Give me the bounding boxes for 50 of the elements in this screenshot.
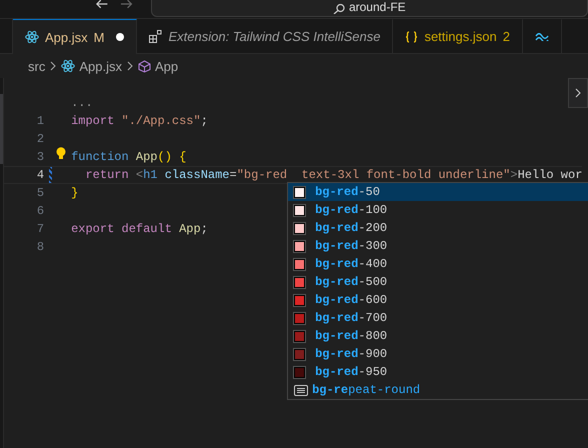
suggestion-item[interactable]: bg-red-200 (288, 219, 588, 237)
line-number: 7 (36, 222, 44, 236)
expand-chevron-button[interactable] (568, 78, 588, 108)
code-line: return <h1 className="bg-red text-3xl font-bold underline">Hello wor (85, 168, 582, 182)
code-lens[interactable]: ... (71, 96, 93, 110)
breadcrumb-item[interactable]: App.jsx (61, 58, 122, 74)
suggestion-item[interactable]: bg-repeat-round (288, 381, 588, 399)
line-number: 2 (36, 132, 44, 146)
suggestion-item[interactable]: bg-red-950 (288, 363, 588, 381)
tab-status-label: M (94, 30, 104, 44)
line-number: 1 (36, 114, 44, 128)
suggestion-item[interactable]: bg-red-900 (288, 345, 588, 363)
code-line: } (71, 186, 78, 200)
wave-icon (534, 32, 549, 41)
line-number: 4 (36, 168, 44, 182)
breadcrumb-item[interactable]: App (138, 58, 178, 74)
chevron-right-icon (50, 61, 56, 71)
line-number: 6 (36, 204, 44, 218)
editor-tab[interactable]: settings.json 2 (393, 19, 523, 53)
editor-tab[interactable]: App.jsx M (13, 19, 138, 54)
suggestion-item[interactable]: bg-red-600 (288, 291, 588, 309)
suggestion-item[interactable]: bg-red-400 (288, 255, 588, 273)
suggestion-item[interactable]: bg-red-300 (288, 237, 588, 255)
suggestion-item[interactable]: bg-red-500 (288, 273, 588, 291)
suggestion-item[interactable]: bg-red-50 (288, 183, 588, 201)
editor-tab[interactable]: Extension: Tailwind CSS IntelliSense (137, 19, 394, 53)
extension-blocks-icon (149, 30, 162, 43)
search-icon (332, 4, 345, 14)
breadcrumb-item[interactable]: src (28, 58, 46, 74)
forward-arrow-icon[interactable] (120, 0, 134, 9)
line-number: 5 (36, 186, 44, 200)
tab-status-label: 2 (502, 29, 510, 44)
suggestion-item[interactable]: bg-red-800 (288, 327, 588, 345)
suggestion-item[interactable]: bg-red-700 (288, 309, 588, 327)
command-center-search[interactable]: around-FE (150, 0, 588, 17)
back-arrow-icon[interactable] (95, 0, 108, 9)
code-line: import "./App.css"; (71, 114, 208, 128)
lightbulb-icon[interactable] (56, 147, 66, 160)
cube-icon (138, 60, 151, 72)
braces-icon (405, 30, 418, 42)
chevron-right-icon (126, 61, 133, 71)
code-line: function App() { (71, 150, 186, 164)
suggestion-item[interactable]: bg-red-100 (288, 201, 588, 219)
chevron-right-icon (575, 88, 581, 98)
line-number: 3 (36, 150, 44, 164)
text-lines-icon (294, 384, 308, 396)
code-line: export default App; (71, 222, 208, 236)
react-atom-icon (61, 59, 76, 73)
line-number: 8 (36, 240, 44, 254)
react-atom-icon (25, 30, 39, 44)
